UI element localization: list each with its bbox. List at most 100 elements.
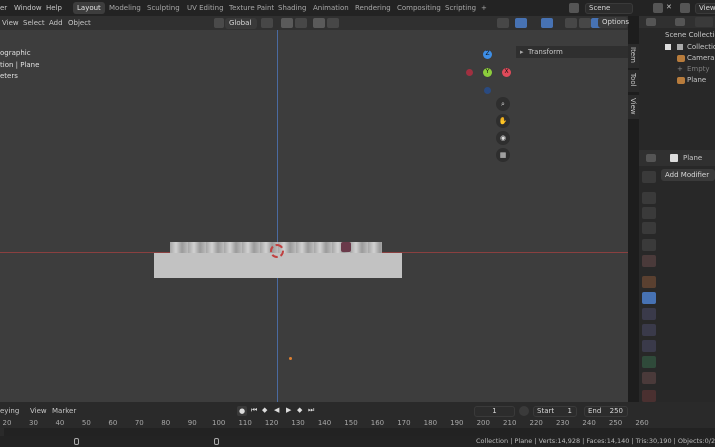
jump-start-icon[interactable]: ⏮ (251, 406, 257, 415)
outliner-search-input[interactable] (695, 17, 713, 27)
workspace-tab-compositing[interactable]: Compositing (393, 2, 445, 14)
play-reverse-icon[interactable]: ◀ (274, 406, 279, 414)
outliner-header (639, 16, 715, 28)
view-layer-icon (680, 3, 690, 13)
falloff-icon[interactable] (327, 18, 339, 28)
current-frame-field[interactable]: 1 (474, 406, 515, 417)
object-marker-icon[interactable] (341, 242, 351, 252)
workspace-tab-shading[interactable]: Shading (274, 2, 310, 14)
origin-point-icon[interactable] (289, 357, 292, 360)
gizmo-x-icon[interactable]: X (502, 68, 511, 77)
gizmo-neg-x-icon[interactable] (466, 69, 473, 76)
n-panel-transform-header[interactable]: ▸ Transform (516, 46, 628, 58)
checkbox-icon[interactable] (665, 44, 671, 50)
menu-marker[interactable]: Marker (52, 407, 76, 415)
workspace-tab-texture-paint[interactable]: Texture Paint (225, 2, 278, 14)
workspace-tab-sculpting[interactable]: Sculpting (143, 2, 184, 14)
material-props-icon[interactable] (642, 372, 656, 384)
options-dropdown[interactable]: Options (598, 17, 629, 28)
menu-help[interactable]: Help (46, 4, 62, 12)
zoom-icon[interactable]: ⌕ (496, 97, 510, 111)
pan-hand-icon[interactable]: ✋ (496, 114, 510, 128)
workspace-tab-modeling[interactable]: Modeling (105, 2, 145, 14)
world-props-icon[interactable] (642, 255, 656, 267)
properties-editor-icon[interactable] (646, 154, 656, 162)
timeline-tick: 60 (108, 419, 118, 427)
menu-add[interactable]: Add (49, 19, 63, 27)
camera-view-icon[interactable]: ◉ (496, 131, 510, 145)
outliner-item-camera[interactable]: Camera (639, 53, 715, 64)
jump-end-icon[interactable]: ⏭ (308, 406, 314, 415)
outliner-collection[interactable]: Collection (639, 42, 715, 53)
side-tab-tool[interactable]: Tool (628, 70, 639, 92)
pivot-point-icon[interactable] (261, 18, 273, 28)
texture-props-icon[interactable] (642, 390, 656, 402)
timeline-tick: 230 (555, 419, 570, 427)
menu-edit[interactable]: er (0, 4, 7, 12)
workspace-tab-uv-editing[interactable]: UV Editing (183, 2, 228, 14)
menu-timeline-view[interactable]: View (30, 407, 47, 415)
workspace-tab-rendering[interactable]: Rendering (351, 2, 395, 14)
scene-props-icon[interactable] (642, 239, 656, 251)
view-layer-selector[interactable]: View (695, 3, 715, 14)
transform-orientation-dropdown[interactable]: Global (225, 18, 257, 29)
timeline-tick: 30 (28, 419, 38, 427)
xray-toggle-icon[interactable] (565, 18, 577, 28)
start-frame-field[interactable]: Start 1 (533, 406, 577, 417)
outliner-scene-collection[interactable]: Scene Collection (639, 30, 715, 41)
new-scene-icon[interactable] (653, 3, 663, 13)
visibility-icon[interactable] (497, 18, 509, 28)
clock-icon[interactable] (519, 406, 529, 416)
orientation-icon (214, 18, 224, 28)
outliner-item-empty[interactable]: + Empty (639, 64, 715, 75)
scene-statistics: Collection | Plane | Verts:14,928 | Face… (476, 437, 715, 445)
add-modifier-dropdown[interactable]: Add Modifier (661, 169, 715, 181)
end-frame-field[interactable]: End 250 (584, 406, 628, 417)
tool-props-icon[interactable] (642, 171, 656, 183)
menu-select[interactable]: Select (23, 19, 45, 27)
play-icon[interactable]: ▶ (286, 406, 291, 414)
workspace-tab-scripting[interactable]: Scripting (441, 2, 480, 14)
side-tab-view[interactable]: View (628, 95, 639, 119)
snap-target-icon[interactable] (295, 18, 307, 28)
outliner-filter-icon[interactable] (675, 18, 685, 26)
delete-scene-icon[interactable]: ✕ (666, 3, 675, 12)
modifier-props-icon[interactable] (642, 292, 656, 304)
physics-props-icon[interactable] (642, 324, 656, 336)
outliner-display-icon[interactable] (646, 18, 656, 26)
menu-keying[interactable]: eying (0, 407, 19, 415)
workspace-tab-animation[interactable]: Animation (309, 2, 353, 14)
shading-wireframe-icon[interactable] (579, 18, 591, 28)
data-props-icon[interactable] (642, 356, 656, 368)
scene-selector[interactable]: Scene (585, 3, 633, 14)
output-props-icon[interactable] (642, 207, 656, 219)
gizmo-toggle-icon[interactable] (515, 18, 527, 28)
view-layer-props-icon[interactable] (642, 222, 656, 234)
constraints-props-icon[interactable] (642, 340, 656, 352)
record-icon[interactable]: ● (237, 406, 247, 416)
menu-window[interactable]: Window (14, 4, 42, 12)
gizmo-y-icon[interactable]: Y (483, 68, 492, 77)
add-workspace-button[interactable]: + (477, 2, 491, 14)
particles-props-icon[interactable] (642, 308, 656, 320)
view-name-label: ographic (0, 49, 31, 57)
overlays-toggle-icon[interactable] (541, 18, 553, 28)
outliner-item-plane[interactable]: Plane (639, 75, 715, 86)
grid-toggle-icon[interactable]: ▦ (496, 148, 510, 162)
side-tab-item[interactable]: Item (628, 44, 639, 68)
timeline-track[interactable] (4, 428, 715, 436)
proportional-edit-icon[interactable] (313, 18, 325, 28)
camera-icon (677, 55, 685, 62)
gizmo-z-icon[interactable]: Z (483, 50, 492, 59)
menu-object[interactable]: Object (68, 19, 91, 27)
menu-view[interactable]: View (2, 19, 19, 27)
render-props-icon[interactable] (642, 192, 656, 204)
workspace-tab-layout[interactable]: Layout (73, 2, 105, 14)
snap-icon[interactable] (281, 18, 293, 28)
object-props-icon[interactable] (642, 276, 656, 288)
gizmo-neg-z-icon[interactable] (484, 87, 491, 94)
prev-keyframe-icon[interactable]: ◆ (262, 406, 267, 414)
next-keyframe-icon[interactable]: ◆ (297, 406, 302, 414)
3d-viewport[interactable]: ographic tion | Plane eters Z Y X ⌕ ✋ ◉ … (0, 16, 628, 402)
3d-cursor-icon[interactable] (270, 244, 284, 258)
